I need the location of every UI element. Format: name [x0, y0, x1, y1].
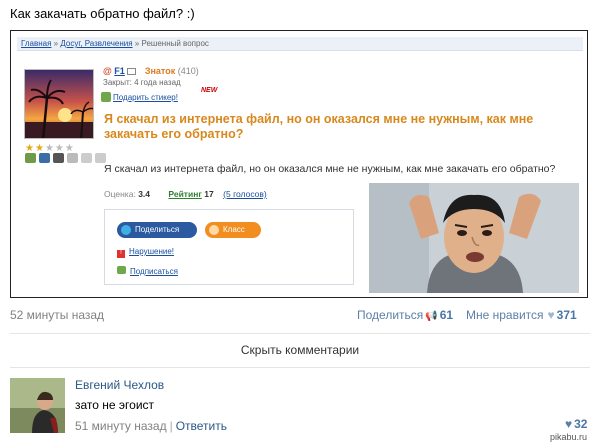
share-count: 61: [439, 308, 454, 322]
gift-sticker-link[interactable]: Подарить стикер!: [113, 93, 178, 102]
user-avatar[interactable]: [24, 69, 94, 139]
badge-icon: [67, 153, 78, 163]
class-icon: [209, 225, 219, 235]
comment-author[interactable]: Евгений Чехлов: [75, 378, 164, 392]
share-box: Поделиться Класс Нарушение! Подписаться: [104, 209, 354, 285]
like-action[interactable]: Мне нравится ♥ 371: [466, 308, 577, 322]
breadcrumb-current: Решенный вопрос: [141, 39, 209, 48]
share-action[interactable]: Поделиться 📢 61: [357, 308, 453, 322]
new-badge: NEW: [201, 87, 218, 94]
comment-time[interactable]: 51 минуту назад: [75, 419, 167, 433]
at-icon: @: [103, 66, 112, 76]
megaphone-icon: 📢: [425, 311, 438, 322]
post-time[interactable]: 52 минуты назад: [10, 308, 104, 322]
heart-icon: ♥: [547, 308, 555, 322]
user-nick[interactable]: F1: [114, 66, 125, 76]
badge-icon: [81, 153, 92, 163]
question-title: Я скачал из интернета файл, но он оказал…: [104, 112, 534, 141]
share-button-label: Поделиться: [135, 225, 180, 234]
breadcrumb: Главная » Досуг, Развлечения » Решенный …: [17, 37, 583, 51]
watermark: pikabu.ru: [548, 432, 590, 442]
comment-meta: 51 минуту назад | Ответить: [75, 419, 227, 433]
share-label: Поделиться: [357, 308, 424, 322]
comment-text: зато не эгоист: [75, 398, 155, 412]
votes-link[interactable]: (5 голосов): [223, 189, 267, 199]
post-title: Как закачать обратно файл? :): [10, 6, 195, 21]
rating-value: 17: [204, 189, 214, 199]
divider: [10, 333, 590, 334]
meme-image: [369, 183, 579, 293]
reply-link[interactable]: Ответить: [176, 419, 227, 433]
comment-like-count: 32: [574, 417, 588, 431]
share-button[interactable]: Поделиться: [117, 222, 197, 238]
subscribe-link[interactable]: Подписаться: [117, 266, 178, 276]
heart-icon: ♥: [565, 417, 573, 431]
like-count: 371: [556, 308, 577, 322]
divider: [10, 367, 590, 368]
rating-line: Оценка: 3.4 Рейтинг 17 (5 голосов): [104, 189, 267, 199]
score-value: 3.4: [138, 189, 151, 199]
separator: |: [169, 419, 173, 433]
post-footer: 52 минуты назад Поделиться 📢 61 Мне нравит…: [10, 308, 582, 324]
comment-avatar[interactable]: [10, 378, 65, 433]
user-line: @ F1 Знаток (410): [103, 66, 199, 76]
camera-icon: [53, 153, 64, 163]
mail-icon[interactable]: [127, 68, 137, 76]
report-link[interactable]: Нарушение!: [117, 247, 174, 258]
gift-icon: [101, 92, 111, 102]
breadcrumb-home[interactable]: Главная: [21, 39, 51, 48]
closed-time: Закрыт: 4 года назад: [103, 78, 181, 87]
rating-label[interactable]: Рейтинг: [168, 189, 201, 199]
sunset-palm-image: [25, 70, 93, 138]
class-button[interactable]: Класс: [205, 222, 261, 238]
qa-page: Главная » Досуг, Развлечения » Решенный …: [17, 37, 583, 293]
confused-man-image: [369, 183, 579, 293]
like-label: Мне нравится: [466, 308, 544, 322]
user-score: (410): [177, 66, 199, 76]
share-icon: [121, 225, 131, 235]
hide-comments-button[interactable]: Скрыть комментарии: [0, 343, 600, 357]
badge-icon: [95, 153, 106, 163]
breadcrumb-category[interactable]: Досуг, Развлечения: [60, 39, 132, 48]
badge-icon: [25, 153, 36, 163]
user-rank: Знаток: [144, 66, 176, 76]
embedded-screenshot[interactable]: Главная » Досуг, Развлечения » Решенный …: [10, 30, 588, 298]
score-label: Оценка:: [104, 189, 136, 199]
class-button-label: Класс: [223, 225, 245, 234]
comment-like-button[interactable]: ♥ 32: [565, 417, 587, 431]
badge-icon: [39, 153, 50, 163]
question-body: Я скачал из интернета файл, но он оказал…: [104, 163, 556, 175]
user-badges: [25, 153, 106, 163]
avatar-photo: [10, 378, 65, 433]
